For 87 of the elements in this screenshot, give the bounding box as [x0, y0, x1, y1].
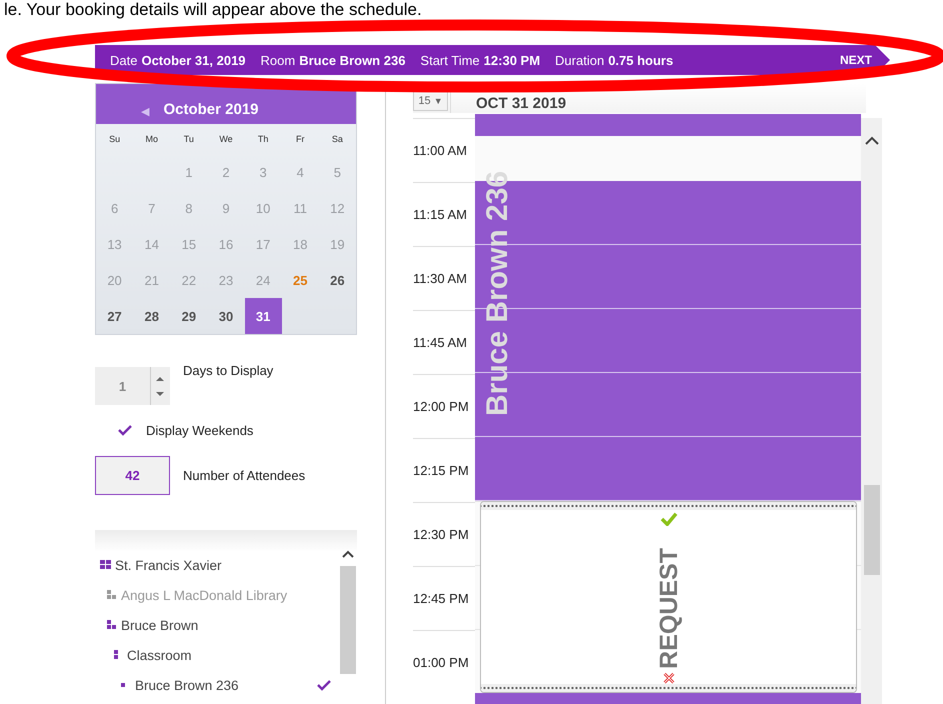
- blocks-icon: [107, 620, 118, 630]
- resize-handle[interactable]: [481, 684, 856, 692]
- weekends-checkbox[interactable]: [118, 425, 132, 436]
- days-label: Days to Display: [183, 362, 274, 378]
- calendar-day: 11: [282, 190, 319, 226]
- time-label: 11:00 AM: [413, 143, 467, 158]
- close-icon: [662, 672, 676, 684]
- caret-icon: ▼: [434, 96, 443, 106]
- calendar-day[interactable]: 29: [170, 298, 208, 334]
- calendar-day: 8: [170, 190, 208, 226]
- calendar-day: 13: [96, 226, 134, 262]
- time-label: 12:45 PM: [413, 591, 469, 606]
- tree-item[interactable]: Bruce Brown 236: [135, 678, 239, 692]
- square-icon: [121, 682, 126, 688]
- scroll-thumb[interactable]: [864, 485, 880, 575]
- calendar-day[interactable]: 28: [133, 298, 170, 334]
- calendar-day: 18: [282, 226, 319, 262]
- calendar-day: 19: [318, 226, 356, 262]
- weekday-label: Mo: [144, 133, 159, 146]
- field-label: Date: [110, 52, 138, 68]
- calendar-day[interactable]: 27: [96, 298, 134, 334]
- request-card[interactable]: REQUEST: [480, 501, 857, 693]
- time-label: 11:30 AM: [413, 271, 467, 286]
- field-label: Start Time: [420, 52, 480, 68]
- date-header: OCT 31 2019: [450, 83, 566, 113]
- calendar-day: 20: [96, 262, 134, 298]
- field-label: Duration: [555, 52, 604, 68]
- weekday-label: Tu: [182, 133, 195, 146]
- field-value: 12:30 PM: [484, 52, 540, 68]
- tree-item[interactable]: St. Francis Xavier: [115, 558, 222, 572]
- blocks-icon: [114, 650, 119, 660]
- calendar-day: 4: [282, 154, 319, 190]
- time-label: 11:15 AM: [413, 207, 467, 222]
- calendar-day: 10: [244, 190, 282, 226]
- checkmark-icon: [118, 425, 132, 436]
- calendar-day: 12: [318, 190, 356, 226]
- weekday-label: Su: [108, 133, 122, 146]
- attendees-label: Number of Attendees: [183, 468, 306, 483]
- scrollbar[interactable]: [861, 118, 882, 704]
- tree-item[interactable]: Classroom: [127, 648, 192, 662]
- weekday-label: We: [218, 133, 234, 146]
- time-label: 12:15 PM: [413, 463, 469, 478]
- scroll-up-icon: [342, 550, 354, 558]
- calendar-day[interactable]: 26: [318, 262, 356, 298]
- field-label: Room: [260, 52, 296, 68]
- calendar-day: 1: [170, 154, 208, 190]
- number-spinner[interactable]: 1: [95, 367, 170, 405]
- calendar-day: 2: [207, 154, 245, 190]
- grid-icon: [100, 560, 112, 570]
- request-label: REQUEST: [654, 548, 684, 669]
- calendar-day: 6: [96, 190, 134, 226]
- calendar-day: 3: [244, 154, 282, 190]
- field-value: 0.75 hours: [608, 52, 674, 68]
- weekday-label: Fr: [295, 133, 306, 146]
- resize-handle[interactable]: [481, 502, 856, 510]
- calendar-day[interactable]: 30: [207, 298, 245, 334]
- calendar-day: 14: [133, 226, 170, 262]
- calendar-day: 17: [244, 226, 282, 262]
- field-value: October 31, 2019: [141, 52, 246, 68]
- calendar-day: 5: [318, 154, 356, 190]
- time-label: 01:00 PM: [413, 655, 469, 670]
- calendar-day: 22: [170, 262, 208, 298]
- calendar-day: 15: [170, 226, 208, 262]
- calendar-day: 7: [133, 190, 170, 226]
- tree-item[interactable]: Bruce Brown: [121, 618, 198, 632]
- scroll-thumb[interactable]: [340, 566, 356, 674]
- next-button[interactable]: NEXT: [836, 53, 876, 67]
- time-label: 12:00 PM: [413, 399, 469, 414]
- instruction-text: le. Your booking details will appear above the schedule.: [3, 0, 422, 20]
- scroll-up-icon: [864, 136, 878, 145]
- month-title: October 2019: [163, 101, 259, 118]
- weekday-label: Th: [256, 133, 270, 146]
- checkmark-icon: [658, 512, 678, 526]
- calendar-day: 24: [244, 262, 282, 298]
- field-value: Bruce Brown 236: [299, 52, 406, 68]
- calendar-day: 16: [207, 226, 245, 262]
- calendar-day: 23: [207, 262, 245, 298]
- calendar-day: 9: [207, 190, 245, 226]
- weekday-label: Sa: [330, 133, 344, 146]
- time-label: 11:45 AM: [413, 335, 467, 350]
- time-label: 12:30 PM: [413, 527, 469, 542]
- weekends-label: Display Weekends: [146, 423, 254, 438]
- interval-dropdown[interactable]: 15 ▼: [413, 91, 448, 111]
- calendar-day[interactable]: 31: [244, 298, 282, 334]
- attendees-field[interactable]: 42: [95, 456, 170, 495]
- blocks-icon: [107, 590, 118, 600]
- calendar-day: 21: [133, 262, 170, 298]
